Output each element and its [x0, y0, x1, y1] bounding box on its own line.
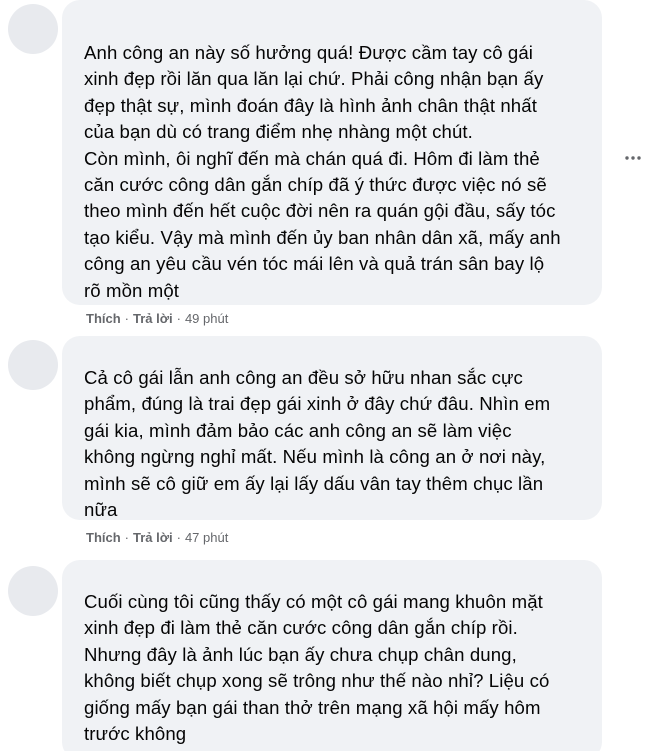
- reply-link[interactable]: Trả lời: [133, 311, 173, 326]
- comment-text: Cả cô gái lẫn anh công an đều sở hữu nha…: [84, 336, 586, 523]
- comment-line: xinh đẹp đi làm thẻ căn cước công dân gắ…: [84, 617, 518, 639]
- comment-text: Cuối cùng tôi cũng thấy có một cô gái ma…: [84, 560, 586, 747]
- comment-bubble: Cuối cùng tôi cũng thấy có một cô gái ma…: [62, 560, 602, 751]
- comment-line: đẹp thật sự, mình đoán đây là hình ảnh c…: [84, 94, 537, 116]
- comment-line: theo mình đến hết cuộc đời nên ra quán g…: [84, 200, 556, 222]
- more-dots-icon: [625, 156, 641, 160]
- comment-line: mình sẽ cô giữ em ấy lại lấy dấu vân tay…: [84, 472, 544, 494]
- comment-line: rõ mồn một: [84, 279, 180, 301]
- comment-line: Nhưng đây là ảnh lúc bạn ấy chưa chụp ch…: [84, 643, 517, 665]
- comment-line: Còn mình, ôi nghĩ đến mà chán quá đi. Hô…: [84, 147, 540, 169]
- comment-line: trước không: [84, 723, 187, 745]
- comment-bubble: Cả cô gái lẫn anh công an đều sở hữu nha…: [62, 336, 602, 520]
- comment-line: giống mấy bạn gái than thở trên mạng xã …: [84, 696, 541, 718]
- comment-line: căn cước công dân gắn chíp đã ý thức đượ…: [84, 174, 547, 196]
- separator-dot: ·: [124, 530, 130, 545]
- comment-line: không biết chụp xong sẽ trông như thế nà…: [84, 670, 550, 692]
- comment-line: phẩm, đúng là trai đẹp gái xinh ở đây ch…: [84, 393, 551, 415]
- more-options-icon[interactable]: [618, 143, 648, 173]
- like-link[interactable]: Thích: [86, 530, 121, 545]
- comment-line: của bạn dù có trang điểm nhẹ nhàng một c…: [84, 121, 473, 143]
- comment-timestamp[interactable]: 47 phút: [185, 530, 228, 545]
- avatar[interactable]: [8, 4, 58, 54]
- like-link[interactable]: Thích: [86, 311, 121, 326]
- avatar[interactable]: [8, 340, 58, 390]
- comment-timestamp[interactable]: 49 phút: [185, 311, 228, 326]
- comment-line: nữa: [84, 499, 118, 521]
- comment-actions: Thích · Trả lời · 47 phút: [86, 530, 228, 545]
- comment-line: Anh công an này số hưởng quá! Được cầm t…: [84, 42, 534, 63]
- avatar[interactable]: [8, 566, 58, 616]
- comment-line: công an yêu cầu vén tóc mái lên và quả t…: [84, 253, 545, 275]
- separator-dot: ·: [176, 530, 181, 545]
- comment-text: Anh công an này số hưởng quá! Được cầm t…: [84, 0, 586, 304]
- comment-actions: Thích · Trả lời · 49 phút: [86, 311, 228, 326]
- comment-feed: Anh công an này số hưởng quá! Được cầm t…: [0, 0, 660, 751]
- separator-dot: ·: [124, 311, 130, 326]
- reply-link[interactable]: Trả lời: [133, 530, 173, 545]
- comment-line: gái kia, mình đảm bảo các anh công an sẽ…: [84, 419, 512, 441]
- comment-line: Cả cô gái lẫn anh công an đều sở hữu nha…: [84, 367, 523, 388]
- separator-dot: ·: [176, 311, 181, 326]
- comment-line: tạo kiểu. Vậy mà mình đến ủy ban nhân dâ…: [84, 226, 561, 248]
- comment-line: Cuối cùng tôi cũng thấy có một cô gái ma…: [84, 591, 543, 612]
- comment-bubble: Anh công an này số hưởng quá! Được cầm t…: [62, 0, 602, 305]
- comment-line: xinh đẹp rồi lăn qua lăn lại chứ. Phải c…: [84, 68, 544, 90]
- comment-line: không ngừng nghỉ mất. Nếu mình là công a…: [84, 446, 546, 468]
